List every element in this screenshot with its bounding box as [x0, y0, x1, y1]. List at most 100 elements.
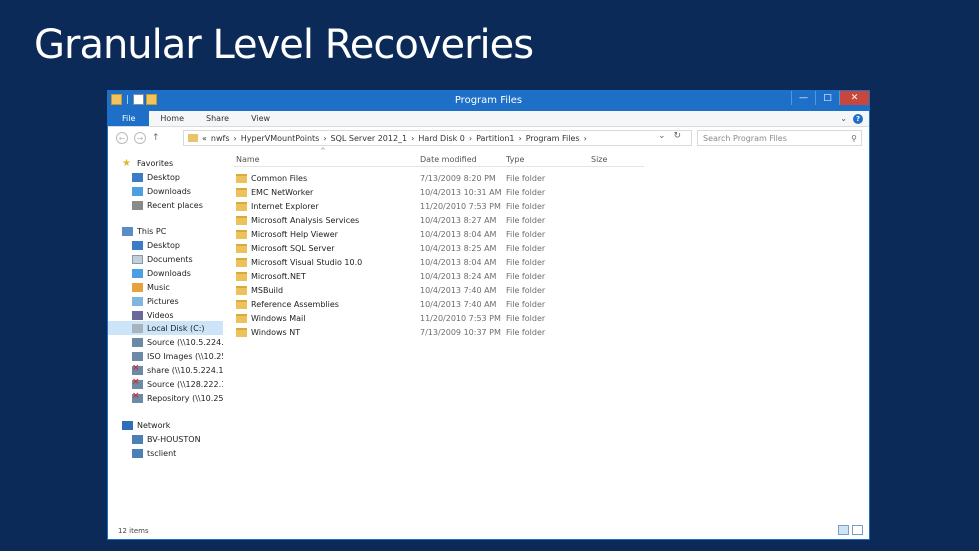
folder-icon — [236, 314, 247, 323]
search-icon[interactable]: ⚲ — [851, 134, 857, 143]
breadcrumb-separator[interactable]: › — [411, 134, 414, 143]
nav-favorites[interactable]: ★ Favorites — [122, 156, 173, 170]
column-header-size[interactable]: Size — [591, 155, 607, 164]
ribbon-tabs: File Home Share View ⌄ ? — [108, 111, 869, 127]
nav-item-label: Desktop — [147, 240, 180, 250]
breadcrumb-separator[interactable]: › — [234, 134, 237, 143]
breadcrumb-hard-disk[interactable]: Hard Disk 0 — [418, 134, 465, 143]
nav-music[interactable]: Music — [132, 280, 170, 294]
folder-icon — [236, 188, 247, 197]
expand-ribbon-icon[interactable]: ⌄ — [840, 114, 847, 123]
table-row[interactable]: Common Files 7/13/2009 8:20 PM File fold… — [234, 172, 674, 185]
nav-bv-houston[interactable]: BV-HOUSTON — [132, 432, 201, 446]
table-row[interactable]: EMC NetWorker 10/4/2013 10:31 AM File fo… — [234, 186, 674, 199]
table-row[interactable]: Microsoft.NET 10/4/2013 8:24 AM File fol… — [234, 270, 674, 283]
column-header-type[interactable]: Type — [506, 155, 524, 164]
nav-item-label: Repository (\\10.25.0 — [147, 393, 223, 403]
help-icon[interactable]: ? — [853, 113, 863, 124]
nav-local-disk[interactable]: Local Disk (C:) — [108, 321, 223, 335]
breadcrumb-separator[interactable]: › — [584, 134, 587, 143]
nav-repository-drive[interactable]: Repository (\\10.25.0 — [132, 391, 223, 405]
nav-documents[interactable]: Documents — [132, 252, 193, 266]
breadcrumb-separator[interactable]: › — [519, 134, 522, 143]
up-button[interactable]: ↑ — [152, 133, 160, 143]
file-name: Windows Mail — [251, 314, 306, 323]
folder-icon — [236, 272, 247, 281]
nav-downloads[interactable]: Downloads — [132, 184, 191, 198]
disconnected-drive-icon — [132, 377, 143, 389]
nav-recent-places[interactable]: Recent places — [132, 198, 203, 212]
breadcrumb-sql-server[interactable]: SQL Server 2012_1 — [331, 134, 408, 143]
tab-view[interactable]: View — [240, 111, 281, 126]
nav-iso-images-drive[interactable]: ISO Images (\\10.25. — [132, 349, 223, 363]
network-drive-icon — [132, 337, 143, 347]
nav-item-label: Recent places — [147, 200, 203, 210]
music-icon — [132, 282, 143, 292]
forward-button[interactable]: → — [134, 132, 146, 144]
breadcrumb-nwfs[interactable]: nwfs — [211, 134, 230, 143]
search-input[interactable]: Search Program Files ⚲ — [697, 130, 862, 146]
file-date: 10/4/2013 8:04 AM — [420, 230, 497, 239]
file-type: File folder — [506, 258, 546, 267]
nav-share-drive[interactable]: share (\\10.5.224.17) — [132, 363, 223, 377]
nav-item-label: BV-HOUSTON — [147, 434, 201, 444]
table-row[interactable]: Microsoft Visual Studio 10.0 10/4/2013 8… — [234, 256, 674, 269]
breadcrumb-partition[interactable]: Partition1 — [476, 134, 514, 143]
nav-pictures[interactable]: Pictures — [132, 294, 179, 308]
table-row[interactable]: Internet Explorer 11/20/2010 7:53 PM Fil… — [234, 200, 674, 213]
file-name: Reference Assemblies — [251, 300, 339, 309]
table-row[interactable]: Microsoft Help Viewer 10/4/2013 8:04 AM … — [234, 228, 674, 241]
breadcrumb-program-files[interactable]: Program Files — [526, 134, 580, 143]
table-row[interactable]: Microsoft Analysis Services 10/4/2013 8:… — [234, 214, 674, 227]
nav-pc-downloads[interactable]: Downloads — [132, 266, 191, 280]
nav-item-label: ISO Images (\\10.25. — [147, 351, 223, 361]
breadcrumb-separator[interactable]: › — [323, 134, 326, 143]
nav-item-label: Documents — [147, 254, 193, 264]
nav-desktop[interactable]: Desktop — [132, 170, 180, 184]
nav-pc-desktop[interactable]: Desktop — [132, 238, 180, 252]
tab-share[interactable]: Share — [195, 111, 240, 126]
file-name: EMC NetWorker — [251, 188, 314, 197]
nav-tsclient[interactable]: tsclient — [132, 446, 176, 460]
file-date: 10/4/2013 7:40 AM — [420, 286, 497, 295]
folder-icon — [236, 328, 247, 337]
close-button[interactable]: ✕ — [839, 91, 869, 105]
breadcrumb-separator[interactable]: › — [469, 134, 472, 143]
address-dropdown-icon[interactable]: ⌄ — [658, 131, 666, 141]
ribbon-right-controls: ⌄ ? — [840, 111, 869, 126]
table-row[interactable]: Windows NT 7/13/2009 10:37 PM File folde… — [234, 326, 674, 339]
table-row[interactable]: MSBuild 10/4/2013 7:40 AM File folder — [234, 284, 674, 297]
table-row[interactable]: Windows Mail 11/20/2010 7:53 PM File fol… — [234, 312, 674, 325]
breadcrumb-hypervmountpoints[interactable]: HyperVMountPoints — [241, 134, 320, 143]
file-name: Microsoft.NET — [251, 272, 306, 281]
file-name: Internet Explorer — [251, 202, 319, 211]
nav-source-drive[interactable]: Source (\\10.5.224.2 — [132, 335, 223, 349]
table-row[interactable]: Reference Assemblies 10/4/2013 7:40 AM F… — [234, 298, 674, 311]
refresh-icon[interactable]: ↻ — [674, 131, 682, 141]
maximize-button[interactable]: □ — [815, 91, 839, 105]
nav-source2-drive[interactable]: Source (\\128.222.1 — [132, 377, 223, 391]
nav-network[interactable]: Network — [122, 418, 170, 432]
minimize-button[interactable]: — — [791, 91, 815, 105]
nav-videos[interactable]: Videos — [132, 308, 174, 322]
file-type: File folder — [506, 300, 546, 309]
file-date: 10/4/2013 8:24 AM — [420, 272, 497, 281]
search-placeholder: Search Program Files — [703, 133, 787, 143]
address-bar[interactable]: « nwfs › HyperVMountPoints › SQL Server … — [183, 130, 692, 146]
downloads-icon — [132, 186, 143, 196]
column-header-name[interactable]: Name — [236, 155, 260, 164]
tab-home[interactable]: Home — [149, 111, 195, 126]
nav-item-label: Downloads — [147, 268, 191, 278]
file-date: 7/13/2009 10:37 PM — [420, 328, 501, 337]
file-type: File folder — [506, 188, 546, 197]
disconnected-drive-icon — [132, 391, 143, 403]
back-button[interactable]: ← — [116, 132, 128, 144]
nav-this-pc[interactable]: This PC — [122, 224, 166, 238]
table-row[interactable]: Microsoft SQL Server 10/4/2013 8:25 AM F… — [234, 242, 674, 255]
column-header-date-modified[interactable]: Date modified — [420, 155, 477, 164]
file-type: File folder — [506, 272, 546, 281]
tab-file[interactable]: File — [108, 111, 150, 126]
details-view-icon[interactable] — [838, 525, 849, 535]
breadcrumb-overflow[interactable]: « — [202, 134, 207, 143]
large-icons-view-icon[interactable] — [852, 525, 863, 535]
